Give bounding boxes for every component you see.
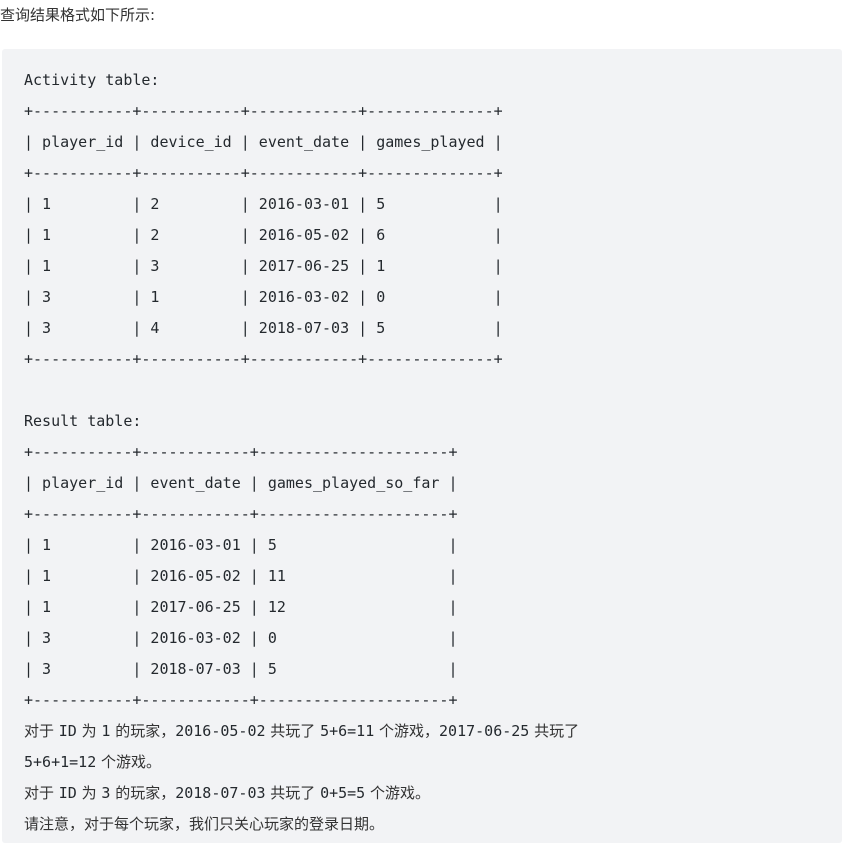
code-line: Activity table:	[24, 71, 160, 89]
note-text: 为	[76, 722, 102, 740]
code-line: +-----------+------------+--------------…	[24, 505, 458, 523]
inline-code: 5+6+1=12	[24, 753, 97, 771]
code-line: | player_id | device_id | event_date | g…	[24, 133, 503, 151]
code-line: | 1 | 2 | 2016-05-02 | 6 |	[24, 226, 503, 244]
note-text: 共玩了	[529, 722, 580, 740]
note-text: 的玩家，	[110, 722, 176, 740]
code-line: | 3 | 2016-03-02 | 0 |	[24, 629, 458, 647]
code-line: | 1 | 2016-05-02 | 11 |	[24, 567, 458, 585]
code-line: | 1 | 2016-03-01 | 5 |	[24, 536, 458, 554]
code-line: +-----------+-----------+------------+--…	[24, 164, 503, 182]
code-block: Activity table: +-----------+-----------+…	[2, 49, 842, 843]
inline-code: ID	[58, 722, 77, 740]
inline-code: 2017-06-25	[439, 722, 530, 740]
code-line: +-----------+-----------+------------+--…	[24, 102, 503, 120]
note-line: 5+6+1=12 个游戏。	[24, 747, 842, 778]
code-line: | 3 | 1 | 2016-03-02 | 0 |	[24, 288, 503, 306]
code-content: Activity table: +-----------+-----------+…	[24, 65, 842, 716]
code-line: +-----------+------------+--------------…	[24, 691, 458, 709]
note-text: 个游戏。	[365, 784, 430, 802]
code-line: Result table:	[24, 412, 142, 430]
code-line: | 1 | 2 | 2016-03-01 | 5 |	[24, 195, 503, 213]
note-text: 个游戏，	[374, 722, 440, 740]
code-line: | player_id | event_date | games_played_…	[24, 474, 458, 492]
inline-code: 5+6=11	[320, 722, 375, 740]
note-text: 对于	[24, 722, 59, 740]
code-line: +-----------+------------+--------------…	[24, 443, 458, 461]
code-line: | 3 | 2018-07-03 | 5 |	[24, 660, 458, 678]
note-line: 请注意，对于每个玩家，我们只关心玩家的登录日期。	[24, 809, 842, 840]
note-text: 为	[76, 784, 102, 802]
inline-code: ID	[58, 784, 77, 802]
note-text: 共玩了	[265, 722, 321, 740]
code-line: | 1 | 2017-06-25 | 12 |	[24, 598, 458, 616]
inline-code: 2018-07-03	[175, 784, 266, 802]
code-line: | 3 | 4 | 2018-07-03 | 5 |	[24, 319, 503, 337]
note-line: 对于 ID 为 3 的玩家，2018-07-03 共玩了 0+5=5 个游戏。	[24, 778, 842, 809]
note-text: 请注意，对于每个玩家，我们只关心玩家的登录日期。	[24, 815, 385, 833]
code-line: | 1 | 3 | 2017-06-25 | 1 |	[24, 257, 503, 275]
note-text: 个游戏。	[96, 753, 162, 771]
note-line: 对于 ID 为 1 的玩家，2016-05-02 共玩了 5+6=11 个游戏，…	[24, 716, 842, 747]
code-line: +-----------+-----------+------------+--…	[24, 350, 503, 368]
intro-text: 查询结果格式如下所示:	[0, 6, 156, 24]
note-text: 共玩了	[265, 784, 321, 802]
inline-code: 0+5=5	[320, 784, 366, 802]
note-text: 的玩家，	[110, 784, 176, 802]
explanation-notes: 对于 ID 为 1 的玩家，2016-05-02 共玩了 5+6=11 个游戏，…	[24, 716, 842, 840]
note-text: 对于	[24, 784, 59, 802]
inline-code: 2016-05-02	[175, 722, 266, 740]
